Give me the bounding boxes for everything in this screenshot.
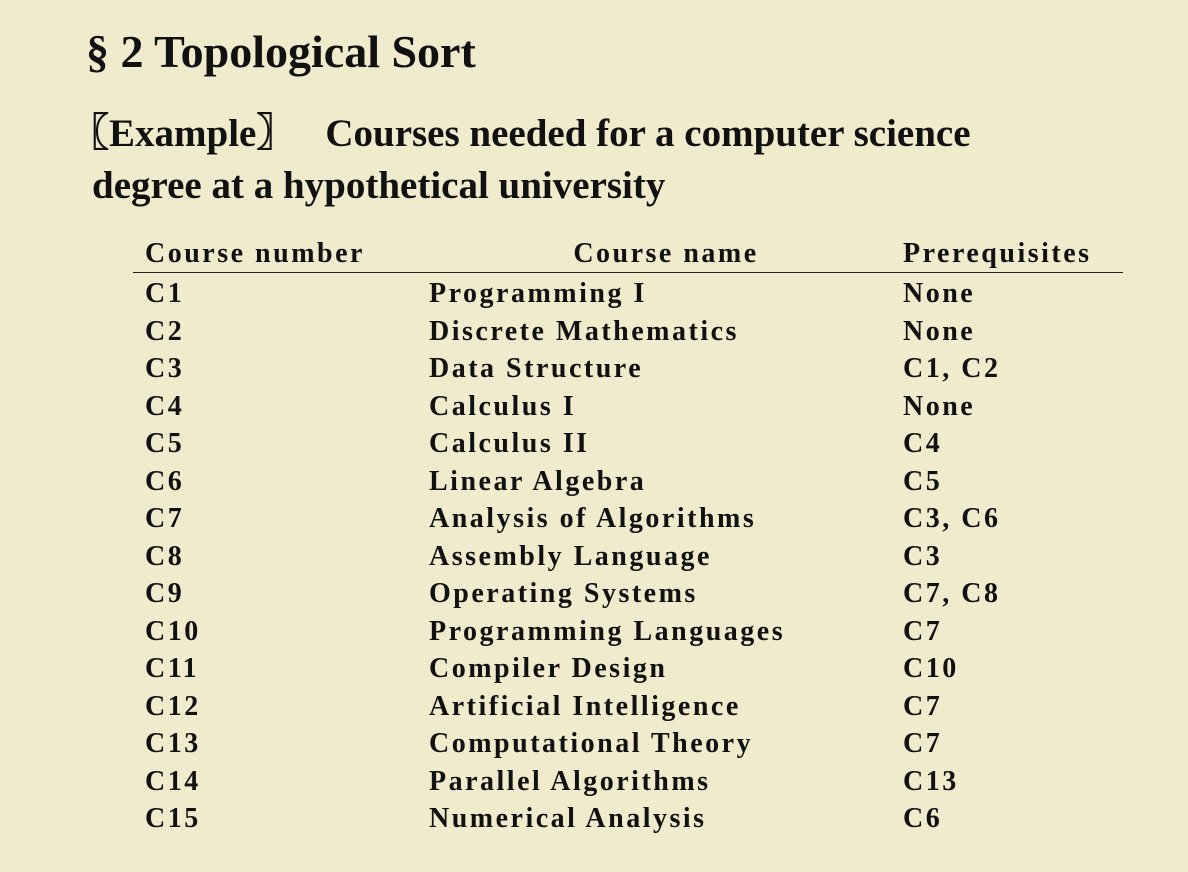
example-tag: 〖Example〗 [70,112,296,155]
example-heading: 〖Example〗 Courses needed for a computer s… [70,108,1150,212]
prerequisites-cell: None [903,390,976,422]
course-name-cell: Numerical Analysis [429,803,707,834]
course-number-cell: C15 [145,803,201,834]
table-row: C12 Artificial Intelligence C7 [133,688,1123,726]
table-row: C9 Operating Systems C7, C8 [133,575,1123,613]
course-name-cell: Calculus II [429,428,590,459]
table-row: C3 Data Structure C1, C2 [133,350,1123,388]
table-row: C5 Calculus II C4 [133,425,1123,463]
course-name-cell: Assembly Language [429,540,712,572]
table-header-row: Course number Course name Prerequisites [133,236,1123,273]
course-name-cell: Compiler Design [429,653,668,684]
prerequisites-cell: C5 [903,465,943,497]
table-body: C1 Programming I None C2 Discrete Mathematic… [133,273,1123,838]
course-name-cell: Data Structure [429,353,644,384]
example-line-1: 〖Example〗 Courses needed for a computer s… [70,108,1150,160]
course-name-cell: Discrete Mathematics [429,315,739,347]
course-number-cell: C9 [145,578,185,609]
header-course-name: Course name [429,236,903,273]
course-name-cell: Calculus I [429,390,577,422]
course-number-cell: C13 [145,728,201,759]
table-row: C10 Programming Languages C7 [133,613,1123,651]
prerequisites-cell: None [903,278,976,309]
table-row: C13 Computational Theory C7 [133,725,1123,763]
prerequisites-cell: C7, C8 [903,578,1001,609]
prerequisites-cell: C3 [903,540,943,572]
course-name-cell: Parallel Algorithms [429,765,711,797]
course-name-cell: Operating Systems [429,578,698,609]
prerequisites-cell: C1, C2 [903,353,1001,384]
course-name-cell: Computational Theory [429,728,754,759]
table-row: C1 Programming I None [133,273,1123,313]
example-text-1: Courses needed for a computer science [325,112,971,155]
course-number-cell: C4 [145,390,185,422]
course-number-cell: C11 [145,653,200,684]
course-number-cell: C1 [145,278,185,309]
slide: § 2 Topological Sort 〖Example〗 Courses ne… [0,0,1188,872]
course-table: Course number Course name Prerequisites … [133,236,1123,838]
course-number-cell: C5 [145,428,185,459]
table-row: C14 Parallel Algorithms C13 [133,763,1123,801]
course-name-cell: Artificial Intelligence [429,690,741,722]
table-row: C2 Discrete Mathematics None [133,313,1123,351]
prerequisites-cell: C6 [903,803,943,834]
prerequisites-cell: C10 [903,653,959,684]
slide-title: § 2 Topological Sort [86,26,476,77]
course-number-cell: C6 [145,465,185,497]
table-row: C6 Linear Algebra C5 [133,463,1123,501]
course-name-cell: Linear Algebra [429,465,647,497]
course-number-cell: C10 [145,615,201,647]
header-course-number: Course number [133,236,429,273]
table-row: C11 Compiler Design C10 [133,650,1123,688]
course-number-cell: C14 [145,765,201,797]
prerequisites-cell: C3, C6 [903,503,1001,534]
course-number-cell: C7 [145,503,185,534]
prerequisites-cell: C7 [903,690,943,722]
prerequisites-cell: C13 [903,765,959,797]
table-row: C15 Numerical Analysis C6 [133,800,1123,838]
table-row: C7 Analysis of Algorithms C3, C6 [133,500,1123,538]
course-name-cell: Analysis of Algorithms [429,503,757,534]
course-number-cell: C8 [145,540,185,572]
prerequisites-cell: C7 [903,728,943,759]
course-table-container: Course number Course name Prerequisites … [133,236,1123,838]
prerequisites-cell: C4 [903,428,943,459]
prerequisites-cell: C7 [903,615,943,647]
table-row: C4 Calculus I None [133,388,1123,426]
prerequisites-cell: None [903,315,976,347]
course-number-cell: C3 [145,353,185,384]
course-name-cell: Programming Languages [429,615,786,647]
example-line-2: degree at a hypothetical university [92,164,666,207]
table-row: C8 Assembly Language C3 [133,538,1123,576]
course-number-cell: C12 [145,690,201,722]
course-name-cell: Programming I [429,278,647,309]
header-prerequisites: Prerequisites [903,236,1123,273]
course-number-cell: C2 [145,315,185,347]
